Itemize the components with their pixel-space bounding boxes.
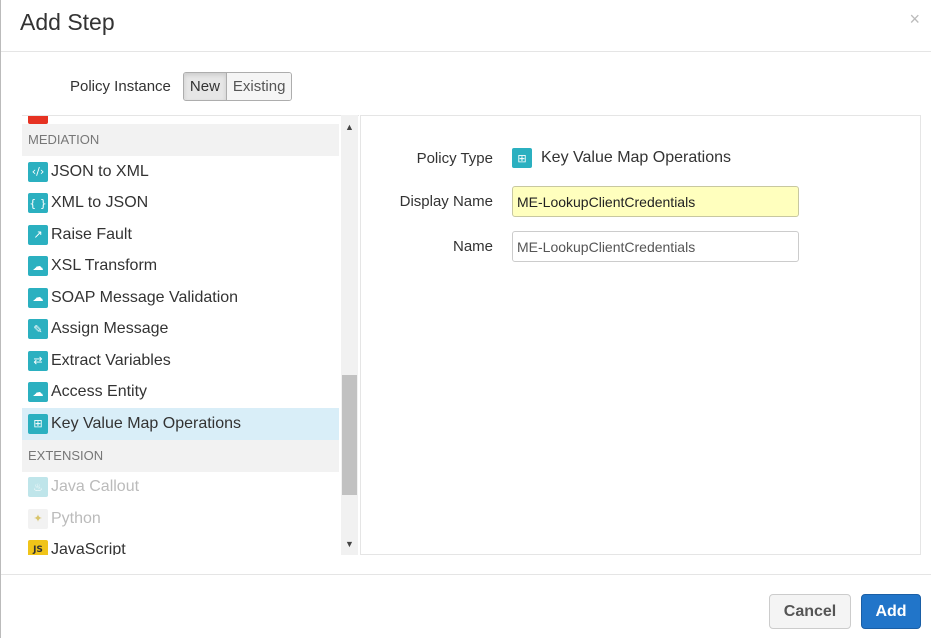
policy-item-label: Assign Message [51,320,169,338]
policy-instance-toggle: New Existing [182,72,293,101]
policy-item-soap-message-validation[interactable]: ☁ SOAP Message Validation [22,282,339,314]
display-name-row: Display Name ME-LookupClientCredentials [361,186,922,217]
policy-item-label: JSON to XML [51,162,149,180]
category-header-mediation: MEDIATION [22,124,339,156]
policy-item-javascript[interactable]: JS JavaScript [22,535,339,555]
add-button[interactable]: Add [861,594,921,629]
scroll-down-arrow-icon[interactable]: ▼ [341,535,358,552]
policy-item-xsl-transform[interactable]: ☁ XSL Transform [22,251,339,283]
javascript-icon: JS [28,540,48,555]
existing-instance-button[interactable]: Existing [226,73,292,100]
add-step-dialog: Add Step × Policy Instance New Existing … [0,0,931,638]
policy-item-label: Java Callout [51,478,140,496]
dialog-header: Add Step × [1,0,931,52]
assign-message-icon: ✎ [28,319,48,340]
policy-type-list[interactable]: MEDIATION ‹/› JSON to XML { } XML to JSO… [22,115,359,555]
close-icon[interactable]: × [909,10,920,28]
policy-item-label: Key Value Map Operations [51,414,242,432]
json-to-xml-icon: ‹/› [28,161,48,182]
policy-item-label: JavaScript [51,541,126,555]
category-header-extension: EXTENSION [22,439,339,472]
name-label: Name [452,238,493,255]
access-entity-icon: ☁ [28,382,48,403]
dialog-title: Add Step [20,9,115,35]
policy-type-row: Policy Type ⊞ Key Value Map Operations [361,146,922,170]
policy-item-label: XML to JSON [51,194,149,212]
policy-item-access-entity[interactable]: ☁ Access Entity [22,377,339,409]
policy-instance-row: Policy Instance New Existing [70,72,293,101]
soap-validation-icon: ☁ [28,287,48,308]
display-name-wrapper: ME-LookupClientCredentials [512,186,799,217]
new-instance-button[interactable]: New [183,73,227,100]
policy-type-list-content: MEDIATION ‹/› JSON to XML { } XML to JSO… [22,116,339,555]
policy-item-raise-fault[interactable]: ↗ Raise Fault [22,219,339,251]
raise-fault-icon: ↗ [28,224,48,245]
policy-item-python[interactable]: ✦ Python [22,503,339,535]
policy-type-value: ⊞ Key Value Map Operations [512,148,731,168]
policy-item-java-callout[interactable]: ♨ Java Callout [22,472,339,504]
policy-item-xml-to-json[interactable]: { } XML to JSON [22,188,339,220]
policy-type-label: Policy Type [416,149,493,167]
policy-item-json-to-xml[interactable]: ‹/› JSON to XML [22,156,339,188]
cancel-button[interactable]: Cancel [769,594,851,629]
policy-item-extract-variables[interactable]: ⇄ Extract Variables [22,345,339,377]
key-value-map-icon: ⊞ [512,148,532,168]
scrollbar-thumb[interactable] [342,375,357,495]
name-wrapper: ME-LookupClientCredentials [512,231,799,262]
key-value-map-icon: ⊞ [28,413,48,434]
list-scrollbar[interactable]: ▲ ▼ [341,115,358,555]
policy-item-label: Raise Fault [51,225,132,243]
dialog-footer: Cancel Add [1,574,931,638]
policy-icon [28,116,48,124]
policy-item-key-value-map-operations[interactable]: ⊞ Key Value Map Operations [22,408,339,440]
policy-instance-label: Policy Instance [70,78,171,95]
partially-hidden-item [22,116,339,124]
python-icon: ✦ [28,508,48,529]
xsl-transform-icon: ☁ [28,256,48,277]
java-callout-icon: ♨ [28,477,48,498]
display-name-label: Display Name [399,193,493,210]
policy-item-label: Access Entity [51,383,148,401]
policy-item-label: SOAP Message Validation [51,288,239,306]
policy-type-text: Key Value Map Operations [541,149,732,166]
policy-item-label: XSL Transform [51,257,158,275]
policy-item-label: Python [51,509,101,527]
display-name-input[interactable]: ME-LookupClientCredentials [512,186,799,217]
name-row: Name ME-LookupClientCredentials [361,231,922,262]
policy-details-panel: Policy Type ⊞ Key Value Map Operations D… [360,115,921,555]
scroll-up-arrow-icon[interactable]: ▲ [341,118,358,135]
name-input[interactable]: ME-LookupClientCredentials [512,231,799,262]
xml-to-json-icon: { } [28,193,48,214]
policy-item-assign-message[interactable]: ✎ Assign Message [22,314,339,346]
extract-variables-icon: ⇄ [28,350,48,371]
policy-item-label: Extract Variables [51,351,171,369]
